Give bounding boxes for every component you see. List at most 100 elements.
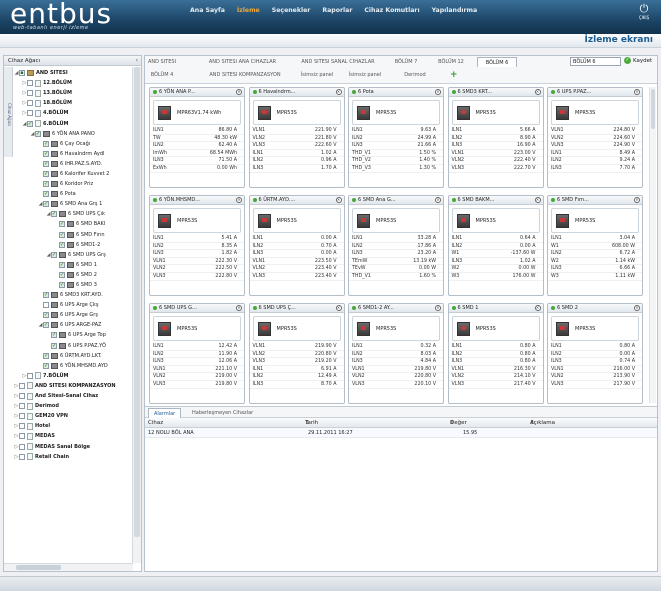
tree-checkbox[interactable]	[19, 382, 25, 389]
tree-checkbox[interactable]: ✓	[43, 191, 49, 198]
tree-node[interactable]: ✓ 6 UPS Arge Grş	[14, 310, 132, 320]
scroll-thumb[interactable]	[16, 565, 61, 570]
tab-and-sitesi-kompanzasyon[interactable]: AND SITESI KOMPANZASYON	[200, 70, 290, 80]
device-card[interactable]: 6 UPS P.PAZ... ✕ MPR53S VLN1 224.80 V VLN2 224…	[547, 87, 643, 188]
tree-node[interactable]: ▷ MEDAS	[14, 431, 132, 441]
tree-node[interactable]: ✓ 6 UPS Arge Top	[14, 330, 132, 340]
tree-checkbox[interactable]: ✓	[43, 312, 49, 319]
tree-node[interactable]: ✓ 6 UPS P.PAZ.YÖ	[14, 341, 132, 351]
tab-and-sitesi-sanal-cihazlar[interactable]: AND SITESI SANAL CIHAZLAR	[293, 57, 383, 67]
device-card[interactable]: 6 SMD UPS Ç... ✕ MPR53S VLN1 219.90 V VLN2 220…	[248, 303, 345, 404]
tree-checkbox[interactable]	[19, 443, 25, 450]
tree-checkbox[interactable]	[19, 423, 25, 430]
tree-checkbox[interactable]: ✓	[59, 271, 65, 278]
tree-checkbox[interactable]: ✓	[43, 362, 49, 369]
device-card[interactable]: 6 SMD Fırn... ✕ MPR53S ILN1 3.04 A W1 608.00 W…	[547, 195, 643, 296]
tree-checkbox[interactable]	[19, 453, 25, 460]
tree-checkbox[interactable]	[27, 80, 33, 87]
tree-node[interactable]: ▷ Hotel	[14, 421, 132, 431]
tab-b-l-m-4[interactable]: BÖLÜM 4	[147, 70, 177, 80]
tree-node[interactable]: ✓ 6 Çay Ocağı	[14, 139, 132, 149]
nav-item[interactable]: Raporlar	[322, 7, 352, 14]
tree-checkbox[interactable]	[27, 372, 33, 379]
tree-node[interactable]: ✓ 6 SMD 3	[14, 280, 132, 290]
tree-node[interactable]: ✓ 6 Kalorifer Kuvvet 2	[14, 169, 132, 179]
tree-node[interactable]: ◢ ✓ 6 SMD UPS Çık	[14, 209, 132, 219]
tree-checkbox[interactable]	[43, 302, 49, 309]
nav-item[interactable]: Cihaz Komutları	[364, 7, 419, 14]
tree-node[interactable]: ✓ 6 ÜRTM.AYD.LKT.	[14, 351, 132, 361]
tree-checkbox[interactable]: ✓	[43, 322, 49, 329]
device-card[interactable]: 6 ÜRTM.AYD.... ✕ MPR53S ILN1 0.00 A ILN2 0.70 …	[248, 195, 345, 296]
tree-checkbox[interactable]: ▪	[19, 70, 25, 77]
tree-vertical-scrollbar[interactable]	[132, 67, 141, 563]
tree-node[interactable]: ✓ 6 Havalndrm Aydl	[14, 149, 132, 159]
tab-i-simsiz-panel[interactable]: İsimsiz panel	[345, 70, 385, 80]
tree-node[interactable]: ✓ 6 SMD BAKI	[14, 219, 132, 229]
tree-checkbox[interactable]: ✓	[43, 181, 49, 188]
tree-checkbox[interactable]: ✓	[43, 292, 49, 299]
tab-and-sitesi[interactable]: AND SITESI	[147, 57, 177, 67]
tree-checkbox[interactable]: ✓	[27, 120, 33, 127]
nav-item[interactable]: Ana Sayfa	[190, 7, 225, 14]
save-button[interactable]: ✓ Kaydet	[624, 57, 652, 66]
tree-node[interactable]: ✓ 6 IHR.PAZ.S.AYD.	[14, 159, 132, 169]
tree-node[interactable]: ▷ MEDAS Sanal Bölge	[14, 441, 132, 451]
tree-checkbox[interactable]	[27, 110, 33, 117]
vertical-tab-device-tree[interactable]: Cihaz Ağacı	[4, 67, 13, 157]
tree-checkbox[interactable]: ✓	[51, 211, 57, 218]
tree-node[interactable]: ▷ Retail Chain	[14, 452, 132, 462]
tree-checkbox[interactable]: ✓	[51, 332, 57, 339]
tree-checkbox[interactable]: ✓	[51, 251, 57, 258]
scroll-thumb[interactable]	[651, 89, 655, 129]
tree-checkbox[interactable]: ✓	[43, 150, 49, 157]
alarm-tab-0[interactable]: Alarmlar	[148, 408, 182, 418]
close-icon[interactable]: ✕	[534, 305, 541, 311]
close-icon[interactable]: ✕	[634, 197, 640, 203]
tree-node[interactable]: ▷ GEM20 VPN	[14, 411, 132, 421]
device-card[interactable]: 6 SMD 1 ✕ MPR53S ILN1 0.80 A ILN2 0.80 A ILN3 0.…	[447, 303, 544, 404]
close-icon[interactable]: ✕	[236, 305, 242, 311]
tree-checkbox[interactable]: ✓	[59, 261, 65, 268]
tree-node[interactable]: ◢ ✓ 6.BÖLÜM	[14, 118, 132, 128]
close-icon[interactable]: ✕	[236, 89, 242, 95]
tree-checkbox[interactable]: ✓	[43, 170, 49, 177]
tree-node[interactable]: ◢ ✓ 6 SMD Ana Grş 1	[14, 199, 132, 209]
scroll-thumb[interactable]	[134, 67, 140, 537]
tab-i-simsiz-panel[interactable]: İsimsiz panel	[297, 70, 337, 80]
close-icon[interactable]: ✕	[335, 197, 342, 203]
tree-checkbox[interactable]: ✓	[59, 282, 65, 289]
tree-node[interactable]: ◢ ✓ 6 UPS ARGE-PAZ	[14, 320, 132, 330]
tree-node[interactable]: ✓ 6 SMD3 KRT.AYD.	[14, 290, 132, 300]
tree-node[interactable]: ▷ 18.BÖLÜM	[14, 98, 132, 108]
device-card[interactable]: 6 SMD 2 ✕ MPR53S ILN1 0.80 A ILN2 0.00 A ILN3 0.…	[547, 303, 643, 404]
tree-node[interactable]: ✓ 6 SMD 2	[14, 270, 132, 280]
close-icon[interactable]: ✕	[435, 305, 441, 311]
tab-derimod[interactable]: Derimod	[395, 70, 435, 80]
tree-checkbox[interactable]: ✓	[43, 201, 49, 208]
tree-node[interactable]: ▷ 12.BÖLÜM	[14, 78, 132, 88]
tree-node[interactable]: ▷ 13.BÖLÜM	[14, 88, 132, 98]
tree-node[interactable]: ▷ Derimod	[14, 401, 132, 411]
tree-node[interactable]: ▷ 4.BÖLÜM	[14, 108, 132, 118]
tree-horizontal-scrollbar[interactable]	[4, 563, 133, 571]
device-card[interactable]: 6 YÖN ANA P... ✕ MPR63V1.74 kWh ILN1 86.80 A…	[149, 87, 245, 188]
tree-checkbox[interactable]: ✓	[35, 130, 41, 137]
panel-name-input[interactable]: BÖLÜM 6	[570, 57, 621, 66]
tree-checkbox[interactable]	[19, 403, 25, 410]
tab-b-l-m-6[interactable]: BÖLÜM 6	[477, 57, 517, 67]
pin-icon[interactable]: ‹	[136, 57, 138, 64]
tab-b-l-m-7[interactable]: BÖLÜM 7	[391, 57, 421, 67]
tree-checkbox[interactable]: ✓	[59, 231, 65, 238]
logout-button[interactable]: ⏻ ÇIKIŞ	[637, 3, 651, 23]
tree-node[interactable]: ✓ 6 Koridor Priz	[14, 179, 132, 189]
tree-node[interactable]: ▷ AND SITESI KOMPANZASYON	[14, 381, 132, 391]
device-card[interactable]: 6 SMD Ana G... ✕ MPR53S ILN1 33.28 A ILN2 17.8…	[348, 195, 444, 296]
tree-checkbox[interactable]	[19, 393, 25, 400]
device-card[interactable]: 6 SMD UPS G... ✕ MPR53S ILN1 12.42 A ILN2 11.9…	[149, 303, 245, 404]
nav-item[interactable]: İzleme	[237, 7, 260, 14]
close-icon[interactable]: ✕	[335, 89, 342, 95]
device-card[interactable]: 6 Pota ✕ MPR53S ILN1 9.63 A ILN2 24.99 A ILN3 21…	[348, 87, 444, 188]
device-card[interactable]: 6 SMD1-2 AY... ✕ MPR53S ILN1 0.32 A ILN2 8.03 …	[348, 303, 444, 404]
tree-node[interactable]: ✓ 6 SMD Fırın	[14, 230, 132, 240]
